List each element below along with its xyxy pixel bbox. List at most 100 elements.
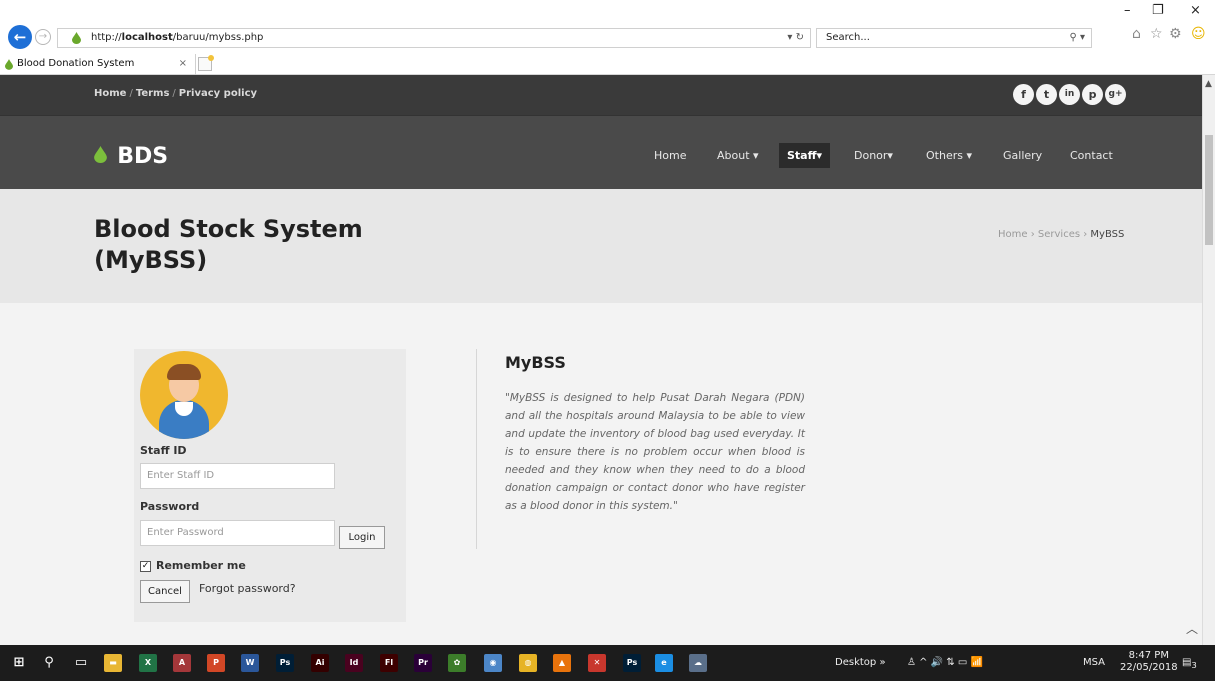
clock-time: 8:47 PM [1128,650,1169,661]
search-input[interactable]: Search... ⚲ ▾ [816,28,1092,48]
cancel-button[interactable]: Cancel [140,580,190,603]
forgot-password-link[interactable]: Forgot password? [199,582,296,595]
top-bar: Home / Terms / Privacy policy f t in p g+ [0,75,1202,115]
google-plus-icon[interactable]: g+ [1105,84,1126,105]
login-panel: Staff ID Enter Staff ID Password Enter P… [134,349,406,622]
nav-about[interactable]: About ▾ [709,143,767,168]
page-header: Blood Stock System (MyBSS) Home › Servic… [0,189,1202,303]
access-icon[interactable]: A [173,654,191,672]
task-view-icon[interactable]: ▭ [72,654,90,672]
home-icon[interactable]: ⌂ [1132,26,1141,42]
game-icon[interactable]: ✿ [448,654,466,672]
staff-id-label: Staff ID [140,444,187,457]
breadcrumb-current: MyBSS [1090,229,1125,240]
blood-drop-icon [94,146,113,168]
about-description: "MyBSS is designed to help Pusat Darah N… [505,392,805,512]
remember-me-label: Remember me [156,559,246,572]
twitter-icon[interactable]: t [1036,84,1057,105]
page-title: Blood Stock System (MyBSS) [94,215,363,274]
chrome-icon[interactable]: ◍ [519,654,537,672]
nav-home[interactable]: Home [646,143,694,168]
powerpoint-icon[interactable]: P [207,654,225,672]
clock-date: 22/05/2018 [1120,662,1178,673]
browser-toolbar: ← → http://localhost/baruu/mybss.php ▾ ↻… [0,0,1215,55]
settings-gear-icon[interactable]: ⚙ [1169,26,1182,42]
desktop-toolbar[interactable]: Desktop » [835,654,886,672]
facebook-icon[interactable]: f [1013,84,1034,105]
windows-taskbar: ⊞ ⚲ ▭ ▬ X A P W Ps Ai Id Fl Pr ✿ ◉ ◍ ▲ ✕ Ps e ☁ Desktop » ♙ … [0,645,1215,681]
flash-icon[interactable]: Fl [380,654,398,672]
screen: ← → http://localhost/baruu/mybss.php ▾ ↻… [0,0,1215,681]
file-explorer-icon[interactable]: ▬ [104,654,122,672]
breadcrumb-path[interactable]: Home › Services › [998,229,1090,240]
windows-start-icon[interactable]: ⊞ [10,654,28,672]
password-input[interactable]: Enter Password [140,520,335,546]
favorites-icon[interactable]: ☆ [1150,26,1163,42]
browser-globe-icon[interactable]: ◉ [484,654,502,672]
main-navigation: BDS Home About ▾ Staff▾ Donor▾ Others ▾ … [0,115,1202,189]
linkedin-icon[interactable]: in [1059,84,1080,105]
scroll-to-top-icon[interactable]: ︿ [1186,620,1198,637]
photoshop-icon[interactable]: Ps [276,654,294,672]
about-heading: MyBSS [505,353,566,372]
nav-others[interactable]: Others ▾ [918,143,980,168]
scrollbar-thumb[interactable] [1205,135,1213,245]
top-link-terms[interactable]: Terms [136,88,170,99]
page-scrollbar[interactable]: ▲ [1202,75,1215,645]
site-logo[interactable]: BDS [94,144,168,171]
tab-title: Blood Donation System [17,58,135,69]
tab-close-icon[interactable]: × [179,54,187,74]
separator: / [172,88,176,99]
nav-contact[interactable]: Contact [1062,143,1121,168]
vertical-divider [476,349,477,549]
internet-explorer-icon[interactable]: e [655,654,673,672]
password-label: Password [140,500,200,513]
photoshop-2-icon[interactable]: Ps [623,654,641,672]
notification-count: 3 [1191,660,1197,670]
logo-text: BDS [117,144,169,169]
breadcrumb: Home › Services › MyBSS [998,229,1124,240]
indesign-icon[interactable]: Id [345,654,363,672]
premiere-icon[interactable]: Pr [414,654,432,672]
top-link-home[interactable]: Home [94,88,126,99]
scroll-up-arrow-icon[interactable]: ▲ [1205,79,1212,89]
excel-icon[interactable]: X [139,654,157,672]
search-placeholder: Search... [826,32,870,43]
login-button[interactable]: Login [339,526,385,549]
illustrator-icon[interactable]: Ai [311,654,329,672]
nav-staff[interactable]: Staff▾ [779,143,831,168]
page-viewport: Home / Terms / Privacy policy f t in p g+ BD… [0,75,1202,645]
network-app-icon[interactable]: ☁ [689,654,707,672]
top-link-privacy[interactable]: Privacy policy [179,88,257,99]
language-indicator[interactable]: MSA [1083,654,1105,672]
close-window-button[interactable]: × [1190,3,1201,18]
nav-gallery[interactable]: Gallery [995,143,1050,168]
restore-button[interactable]: ❐ [1152,3,1164,18]
remember-me-checkbox[interactable]: ✓ [140,561,151,572]
smiley-feedback-icon[interactable]: ☺ [1191,26,1206,42]
desktop-label: Desktop [835,657,877,668]
search-icon[interactable]: ⚲ ▾ [1069,29,1085,47]
forward-button[interactable]: → [35,29,51,45]
minimize-button[interactable]: – [1124,3,1131,18]
vlc-icon[interactable]: ▲ [553,654,571,672]
address-bar[interactable]: http://localhost/baruu/mybss.php ▾ ↻ [57,28,811,48]
browser-tab[interactable]: Blood Donation System × [0,54,196,75]
nav-donor[interactable]: Donor▾ [846,143,901,168]
top-links: Home / Terms / Privacy policy [94,88,257,99]
back-button[interactable]: ← [8,25,32,49]
search-icon[interactable]: ⚲ [40,654,58,672]
expand-arrow-icon: » [879,657,886,668]
new-tab-button[interactable] [198,55,214,71]
pinterest-icon[interactable]: p [1082,84,1103,105]
url-text: http://localhost/baruu/mybss.php [91,32,264,43]
refresh-icon[interactable]: ▾ ↻ [787,29,804,47]
xampp-icon[interactable]: ✕ [588,654,606,672]
system-tray-icons[interactable]: ♙ ^ 🔊 ⇅ ▭ 📶 [907,654,983,672]
tab-bar: Blood Donation System × [0,54,1215,75]
word-icon[interactable]: W [241,654,259,672]
action-center-icon[interactable]: ▤3 [1182,654,1197,674]
site-favicon-icon [72,32,81,51]
clock[interactable]: 8:47 PM 22/05/2018 [1120,650,1178,674]
staff-id-input[interactable]: Enter Staff ID [140,463,335,489]
